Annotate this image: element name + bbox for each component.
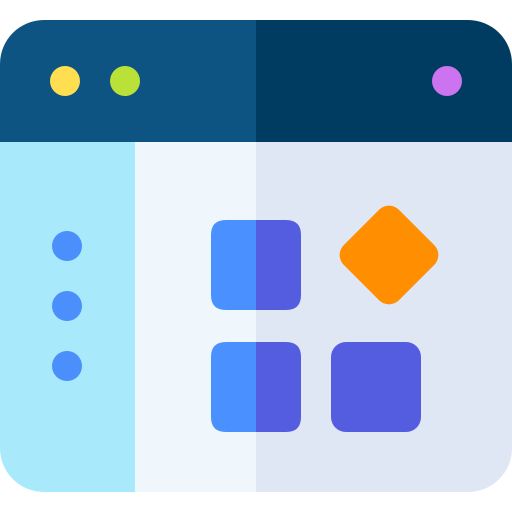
titlebar-right xyxy=(256,20,512,142)
app-window-icon-stage xyxy=(0,0,512,512)
sidebar-dot-icon xyxy=(52,351,82,381)
content-area-left xyxy=(135,142,256,492)
grid-tile-bottom-left xyxy=(211,342,301,432)
grid-tile-top-left xyxy=(211,220,301,310)
app-window-grid-icon xyxy=(0,20,512,492)
window-control-purple-icon xyxy=(432,66,462,96)
window-control-yellow-icon xyxy=(50,66,80,96)
grid-tile-bottom-right xyxy=(331,342,421,432)
sidebar-dot-icon xyxy=(52,291,82,321)
content-area-right xyxy=(256,142,512,492)
window-control-green-icon xyxy=(110,66,140,96)
sidebar-dot-icon xyxy=(52,231,82,261)
